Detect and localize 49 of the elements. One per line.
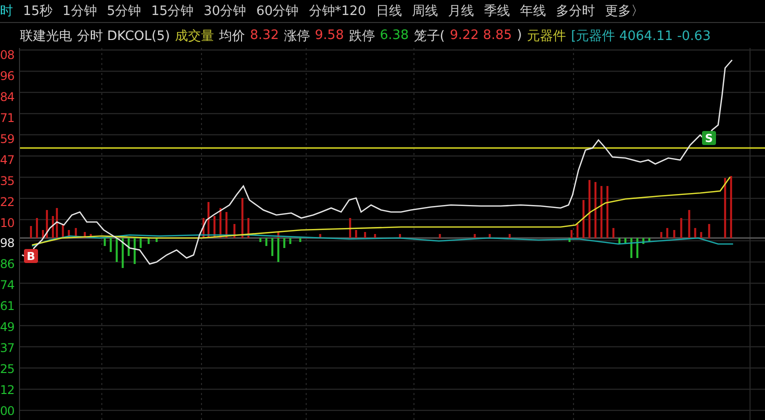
period-tab[interactable]: 时 xyxy=(0,2,13,20)
info-text: 6.38 xyxy=(380,28,409,43)
price-axis-label: 00 xyxy=(0,404,16,418)
info-text: 9.58 xyxy=(314,28,344,43)
price-axis-label: 10 xyxy=(0,216,16,230)
price-axis-label: 12 xyxy=(0,383,16,397)
period-tab[interactable]: 5分钟 xyxy=(106,2,142,20)
price-axis-label: 37 xyxy=(0,341,16,356)
period-tab[interactable]: 15秒 xyxy=(23,2,53,20)
period-tab[interactable]: 年线 xyxy=(520,2,546,20)
period-tab[interactable]: 60分钟 xyxy=(256,2,299,20)
price-axis-label: 59 xyxy=(0,132,16,146)
info-text: 均价 xyxy=(218,28,245,44)
price-axis-label: 98 xyxy=(0,236,16,250)
info-text: 跌停 xyxy=(348,28,375,44)
price-axis-label: 08 xyxy=(0,48,16,62)
price-axis-label: 49 xyxy=(0,320,16,334)
period-tab[interactable]: 周线 xyxy=(412,2,438,20)
info-text: [元器件 4064.11 -0.63 xyxy=(570,28,711,44)
period-tab[interactable]: 日线 xyxy=(376,2,402,20)
price-axis-label: 74 xyxy=(0,278,16,292)
info-text: 成交量 xyxy=(174,28,214,44)
period-tab[interactable]: 更多〉 xyxy=(605,2,644,20)
info-text: 元器件 xyxy=(526,28,566,44)
price-axis-label: 47 xyxy=(0,152,16,167)
info-text: 涨停 xyxy=(284,28,310,44)
period-tab[interactable]: 分钟*120 xyxy=(308,2,366,20)
info-text: 笼子( xyxy=(414,28,445,44)
price-axis-label: 61 xyxy=(0,299,16,314)
info-text: 分时 DKCOL(5) xyxy=(77,28,170,44)
price-axis-label: 71 xyxy=(0,110,16,125)
info-text: 8.32 xyxy=(250,28,279,43)
price-axis-label: 25 xyxy=(0,362,16,376)
period-tab[interactable]: 多分时 xyxy=(556,2,596,20)
price-axis-label: 86 xyxy=(0,257,16,272)
signal-marker: B xyxy=(24,249,38,263)
info-text: 9.22 8.85 xyxy=(450,28,512,43)
info-text: ) xyxy=(516,28,522,43)
price-axis-label: 35 xyxy=(0,174,16,188)
period-tab[interactable]: 月线 xyxy=(448,2,474,20)
period-tab[interactable]: 30分钟 xyxy=(204,2,246,20)
signal-marker: S xyxy=(702,131,716,145)
price-axis-label: 96 xyxy=(0,68,16,83)
period-tab[interactable]: 15分钟 xyxy=(151,2,194,20)
period-tab[interactable]: 1分钟 xyxy=(62,2,97,20)
price-axis-label: 84 xyxy=(0,90,16,104)
price-axis-label: 22 xyxy=(0,194,16,209)
period-tab[interactable]: 季线 xyxy=(484,2,510,20)
info-text: 联建光电 xyxy=(20,28,72,44)
